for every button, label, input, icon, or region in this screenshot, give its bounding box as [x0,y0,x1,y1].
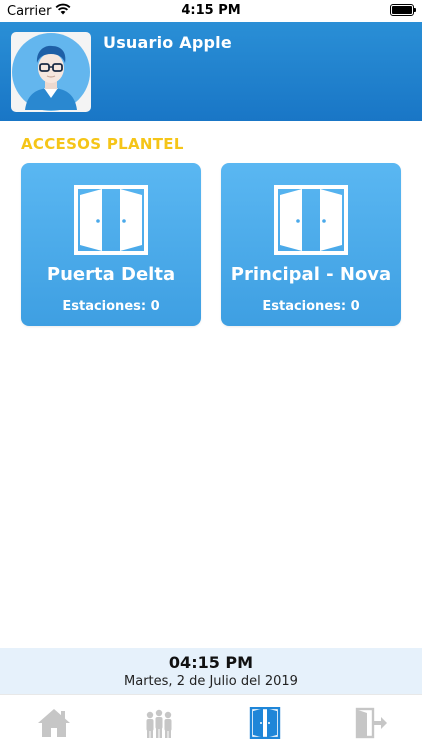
door-icon [249,706,281,740]
status-bar: Carrier 4:15 PM [0,0,422,22]
tab-home[interactable] [36,707,72,739]
status-bar-time: 4:15 PM [181,3,241,18]
tab-bar [0,694,422,750]
avatar [11,32,91,112]
clock-time: 04:15 PM [168,653,254,672]
tab-people[interactable] [141,707,177,739]
section-title: ACCESOS PLANTEL [21,135,184,153]
footer-clock: 04:15 PM Martes, 2 de Julio del 2019 [0,648,422,694]
home-icon [38,709,70,737]
double-door-icon [74,185,148,255]
access-card-stations: Estaciones: 0 [62,299,160,314]
access-card-title: Principal - Nova [230,264,392,285]
access-card-puerta-delta[interactable]: Puerta Delta Estaciones: 0 [21,163,201,326]
tab-access[interactable] [247,706,283,740]
double-door-icon [274,185,348,255]
access-card-title: Puerta Delta [46,264,176,285]
user-name: Usuario Apple [103,33,232,52]
access-card-principal-nova[interactable]: Principal - Nova Estaciones: 0 [221,163,401,326]
app-screen: Carrier 4:15 PM Usuario Apple ACCESOS PL… [0,0,422,750]
battery-icon [390,4,416,16]
access-card-stations: Estaciones: 0 [262,299,360,314]
profile-header: Usuario Apple [0,22,422,121]
clock-date: Martes, 2 de Julio del 2019 [124,674,298,689]
tab-logout[interactable] [353,707,389,739]
logout-icon [355,707,387,739]
people-icon [146,709,172,738]
